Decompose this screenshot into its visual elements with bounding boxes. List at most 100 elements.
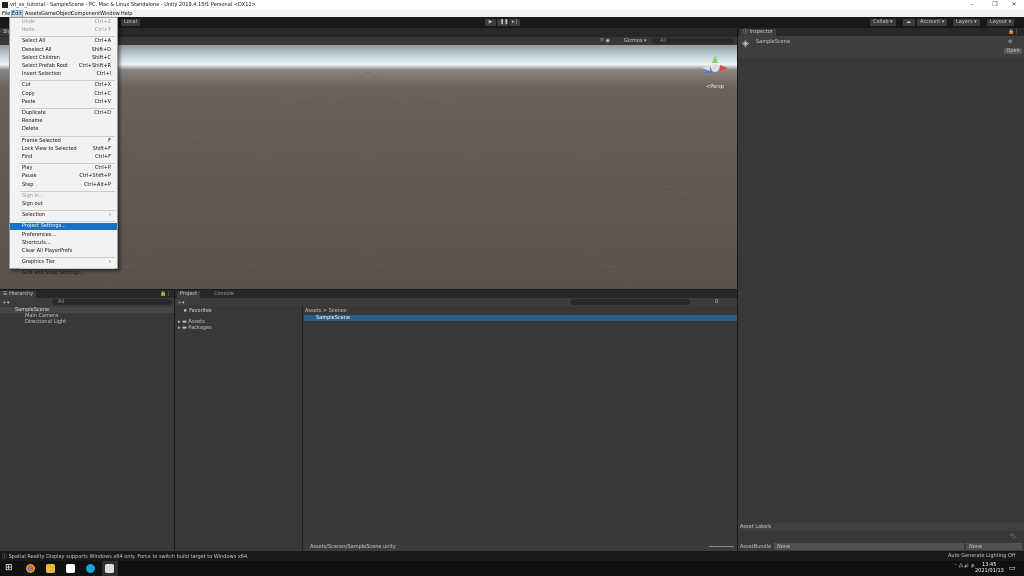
scene-search-input[interactable]: All — [652, 38, 734, 44]
menu-separator — [20, 135, 115, 137]
project-search-input[interactable] — [570, 299, 690, 305]
edit-menu-item-pause[interactable]: Pause Ctrl+Shift+P — [10, 173, 117, 180]
edge-icon[interactable] — [86, 564, 95, 573]
unity-logo-icon — [2, 2, 8, 8]
edit-menu-item-grid-and-snap-settings[interactable]: Grid and Snap Settings... — [10, 270, 117, 277]
edit-menu-item-find[interactable]: Find Ctrl+F — [10, 154, 117, 161]
maximize-button[interactable]: ❐ — [985, 1, 1005, 9]
inspector-object-name: SampleScene — [756, 39, 790, 45]
edit-menu-item-label: Lock View to Selected — [22, 145, 77, 152]
panel-lock-icon[interactable]: 🔒⋮ — [160, 291, 171, 297]
edit-menu-item-select-all[interactable]: Select All Ctrl+A — [10, 38, 117, 45]
inspector-lock-icon[interactable]: 🔒⋮ — [1008, 29, 1019, 35]
account-dropdown[interactable]: Account ▾ — [917, 19, 948, 26]
edit-menu-item-duplicate[interactable]: Duplicate Ctrl+D — [10, 110, 117, 117]
explorer-icon[interactable] — [46, 564, 55, 573]
close-button[interactable]: ✕ — [1004, 1, 1024, 9]
asset-labels-section: Asset Labels — [738, 523, 1024, 531]
store-icon[interactable] — [66, 564, 75, 573]
edit-menu-item-shortcut: Ctrl+P — [94, 165, 111, 172]
gizmos-dropdown[interactable]: Gizmos ▾ — [624, 38, 647, 44]
edit-menu-item-label: Copy — [22, 90, 35, 97]
title-bar: vrl_sv_tutorial - SampleScene - PC, Mac … — [0, 0, 1024, 10]
status-message[interactable]: ⓘ Spatial Reality Display supports Windo… — [2, 553, 249, 560]
edit-menu-item-select-prefab-root[interactable]: Select Prefab Root Ctrl+Shift+R — [10, 63, 117, 70]
project-breadcrumb[interactable]: Assets > Scenes — [305, 308, 347, 314]
icon-size-slider[interactable] — [709, 546, 734, 547]
selected-asset-row[interactable]: SampleScene — [304, 315, 737, 321]
edit-menu-item-label: Invert Selection — [22, 71, 62, 78]
windows-icon[interactable]: ⊞ — [5, 564, 14, 573]
label-icon[interactable]: 🏷 — [1010, 534, 1016, 540]
unity-taskbar-item[interactable] — [102, 561, 118, 576]
edit-menu-item-frame-selected[interactable]: Frame Selected F — [10, 138, 117, 145]
pause-button[interactable]: ❚❚ — [497, 19, 508, 26]
add-asset-icon[interactable]: ＋▾ — [177, 299, 185, 306]
assetbundle-dropdown[interactable]: None — [774, 543, 964, 550]
tray-icons[interactable]: ⌃ 🖧 🔊 あ — [954, 563, 975, 570]
persp-label[interactable]: <Persp — [706, 84, 724, 90]
edit-menu-item-cut[interactable]: Cut Ctrl+X — [10, 82, 117, 89]
inspector-settings-icon[interactable]: ⚙ — [1008, 39, 1012, 45]
edit-menu-item-sign-out[interactable]: Sign out — [10, 201, 117, 208]
notification-icon[interactable]: ▭ — [1009, 564, 1016, 572]
edit-menu-item-clear-all-playerprefs[interactable]: Clear All PlayerPrefs — [10, 248, 117, 255]
chrome-icon[interactable] — [26, 564, 35, 573]
layers-dropdown[interactable]: Layers ▾ — [953, 19, 980, 26]
pivot-local-toggle[interactable]: Local — [121, 19, 140, 26]
edit-menu-item-lock-view-to-selected[interactable]: Lock View to Selected Shift+F — [10, 146, 117, 153]
edit-menu-item-step[interactable]: Step Ctrl+Alt+P — [10, 182, 117, 189]
tab-console[interactable]: Console — [211, 291, 237, 298]
edit-menu-item-shortcut: Ctrl+Y — [94, 27, 111, 34]
layout-dropdown[interactable]: Layout ▾ — [987, 19, 1015, 26]
add-icon[interactable]: ＋▾ — [2, 299, 10, 306]
scene-gizmo-icon[interactable] — [700, 53, 730, 83]
hierarchy-item[interactable]: Directional Light — [25, 319, 66, 325]
edit-menu-item-selection[interactable]: Selection › — [10, 212, 117, 219]
edit-menu-item-preferences[interactable]: Preferences... — [10, 232, 117, 239]
edit-menu-item-shortcut: › — [109, 212, 111, 219]
edit-menu-item-project-settings[interactable]: Project Settings... — [10, 223, 117, 231]
hierarchy-search-input[interactable]: All — [52, 299, 172, 305]
tab-hierarchy[interactable]: ☰ Hierarchy — [0, 291, 37, 298]
menu-separator — [20, 108, 115, 109]
edit-menu-item-shortcut: Ctrl+Shift+P — [79, 173, 111, 180]
edit-menu-item-play[interactable]: Play Ctrl+P — [10, 165, 117, 172]
assetbundle-variant-dropdown[interactable]: None — [966, 543, 1022, 550]
clock-date[interactable]: 2021/01/13 — [975, 568, 1004, 574]
menu-separator — [20, 210, 115, 212]
tab-project[interactable]: Project — [177, 291, 201, 298]
edit-menu-item-label: Sign in... — [22, 192, 44, 199]
play-button[interactable]: ▶ — [485, 19, 496, 26]
scene-tools-icon[interactable]: ⤧ ◉ — [600, 38, 610, 44]
project-tree: ★ Favorites ▸ ▬ Assets ▸ ▬ Packages — [175, 306, 303, 551]
edit-menu-item-select-children[interactable]: Select Children Shift+C — [10, 55, 117, 62]
edit-menu-item-rename[interactable]: Rename — [10, 118, 117, 125]
hidden-packages-count[interactable]: 0 — [715, 299, 718, 305]
tab-inspector[interactable]: ⓘ Inspector — [740, 29, 776, 36]
edit-menu-item-label: Shortcuts... — [22, 239, 51, 246]
collab-dropdown[interactable]: Collab ▾ — [870, 19, 896, 26]
minimize-button[interactable]: – — [962, 1, 982, 9]
unity-icon — [105, 564, 114, 573]
project-footer: Assets/Scenes/SampleScene.unity — [304, 543, 737, 551]
edit-menu-item-deselect-all[interactable]: Deselect All Shift+D — [10, 47, 117, 54]
tree-packages-label: Packages — [188, 325, 212, 331]
favorites-item[interactable]: ★ Favorites — [183, 308, 212, 314]
step-button[interactable]: ▸❘ — [509, 19, 520, 26]
edit-menu-item-delete[interactable]: Delete — [10, 126, 117, 133]
edit-menu-item-shortcuts[interactable]: Shortcuts... — [10, 240, 117, 247]
edit-menu-item-graphics-tier[interactable]: Graphics Tier › — [10, 259, 117, 266]
edit-menu-item-invert-selection[interactable]: Invert Selection Ctrl+I — [10, 71, 117, 78]
selected-asset-name: SampleScene — [316, 315, 350, 321]
edit-menu-item-copy[interactable]: Copy Ctrl+C — [10, 91, 117, 98]
cloud-icon[interactable]: ☁ — [903, 19, 915, 26]
project-toolbar: ＋▾ 0 — [175, 298, 737, 306]
edit-menu-item-shortcut: Ctrl+Shift+R — [78, 63, 111, 69]
open-button[interactable]: Open — [1004, 48, 1022, 54]
edit-menu-item-paste[interactable]: Paste Ctrl+V — [10, 99, 117, 106]
tree-packages-item[interactable]: ▸ ▬ Packages — [178, 325, 212, 331]
lighting-status[interactable]: Auto Generate Lighting Off — [948, 553, 1015, 559]
edit-menu-item-label: Step — [22, 181, 34, 188]
edit-menu-item-shortcut: Ctrl+Z — [94, 19, 111, 25]
